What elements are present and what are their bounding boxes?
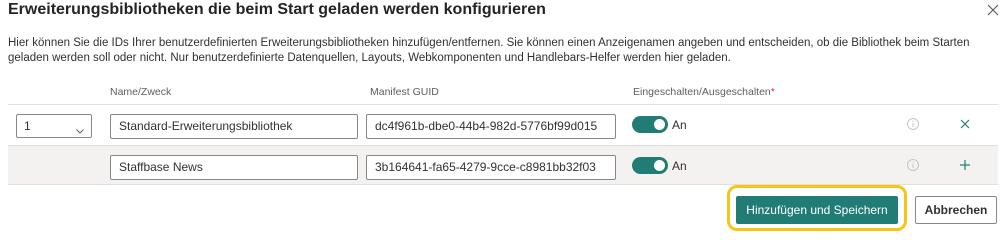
chevron-down-icon	[75, 121, 85, 134]
name-field[interactable]: Standard-Erweiterungsbibliothek	[110, 114, 358, 139]
guid-field[interactable]: 3b164641-fa65-4279-9cce-c8981bb32f03	[366, 155, 616, 180]
column-header-guid: Manifest GUID	[370, 86, 439, 98]
info-icon[interactable]	[906, 117, 920, 131]
cancel-button[interactable]: Abbrechen	[915, 196, 997, 224]
enabled-toggle[interactable]	[632, 157, 668, 174]
table-row: Staffbase News 3b164641-fa65-4279-9cce-c…	[8, 145, 998, 185]
delete-x-icon[interactable]	[957, 116, 973, 132]
add-plus-icon[interactable]	[957, 157, 973, 173]
dialog-title: Erweiterungsbibliotheken die beim Start …	[8, 1, 546, 18]
toggle-label: An	[672, 118, 687, 132]
table-row: 1 Standard-Erweiterungsbibliothek dc4f96…	[8, 104, 998, 143]
guid-field[interactable]: dc4f961b-dbe0-44b4-982d-5776bf99d015	[366, 114, 616, 139]
dialog-description: Hier können Sie die IDs Ihrer benutzerde…	[8, 37, 970, 64]
order-dropdown[interactable]: 1	[16, 114, 92, 138]
save-button[interactable]: Hinzufügen und Speichern	[736, 196, 898, 224]
order-dropdown-value: 1	[24, 119, 31, 133]
column-header-enabled: Eingeschalten/Ausgeschalten*	[633, 85, 775, 99]
enabled-toggle[interactable]	[632, 116, 668, 133]
close-icon[interactable]	[985, 2, 1001, 18]
toggle-knob	[654, 160, 665, 171]
toggle-label: An	[672, 159, 687, 173]
column-header-enabled-label: Eingeschalten/Ausgeschalten	[633, 86, 771, 98]
name-field[interactable]: Staffbase News	[110, 155, 358, 180]
required-marker: *	[770, 86, 775, 98]
toggle-knob	[654, 119, 665, 130]
column-header-name: Name/Zweck	[110, 86, 172, 98]
info-icon[interactable]	[906, 158, 920, 172]
